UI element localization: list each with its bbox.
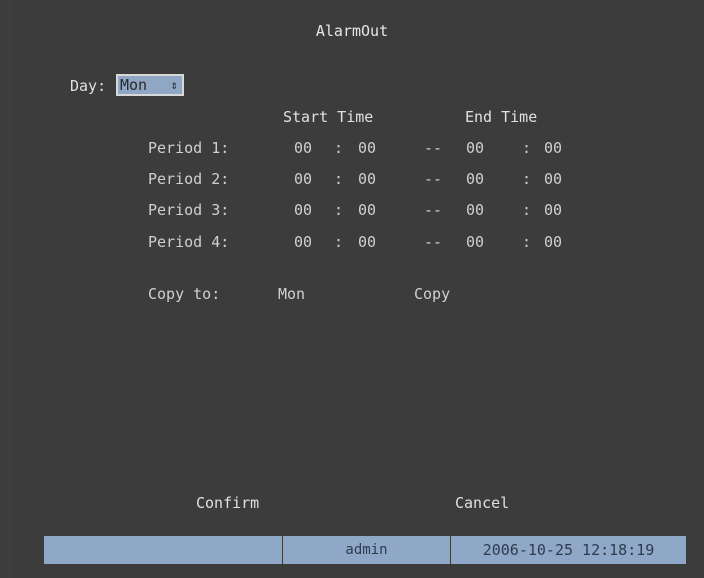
- status-bar: admin 2006-10-25 12:18:19: [44, 536, 686, 564]
- copy-to-day-select[interactable]: Mon: [278, 285, 305, 303]
- status-user: admin: [283, 536, 451, 564]
- confirm-button[interactable]: Confirm: [196, 494, 259, 512]
- time-colon: :: [522, 233, 532, 251]
- day-label: Day:: [70, 77, 107, 95]
- time-colon: :: [522, 201, 532, 219]
- period-3-end-minute[interactable]: 00: [544, 201, 562, 219]
- period-2-start-minute[interactable]: 00: [358, 170, 376, 188]
- time-dash: --: [424, 170, 443, 188]
- period-4-start-hour[interactable]: 00: [294, 233, 312, 251]
- copy-to-label: Copy to:: [148, 285, 221, 303]
- period-2-end-hour[interactable]: 00: [466, 170, 484, 188]
- period-4-end-hour[interactable]: 00: [466, 233, 484, 251]
- period-4-start-minute[interactable]: 00: [358, 233, 376, 251]
- time-colon: :: [334, 233, 344, 251]
- time-colon: :: [334, 170, 344, 188]
- cancel-button[interactable]: Cancel: [455, 494, 509, 512]
- status-bar-empty-segment: [44, 536, 283, 564]
- period-3-start-hour[interactable]: 00: [294, 201, 312, 219]
- period-2-label: Period 2:: [148, 170, 230, 188]
- time-dash: --: [424, 139, 443, 157]
- copy-button[interactable]: Copy: [414, 285, 450, 303]
- period-3-end-hour[interactable]: 00: [466, 201, 484, 219]
- period-4-end-minute[interactable]: 00: [544, 233, 562, 251]
- period-1-label: Period 1:: [148, 139, 230, 157]
- start-time-header: Start Time: [283, 108, 374, 126]
- time-colon: :: [522, 170, 532, 188]
- period-1-end-hour[interactable]: 00: [466, 139, 484, 157]
- period-1-start-minute[interactable]: 00: [358, 139, 376, 157]
- day-select-value: Mon: [120, 76, 148, 94]
- page-title: AlarmOut: [315, 22, 389, 40]
- up-down-arrows-icon: ⇕: [170, 78, 178, 92]
- time-dash: --: [424, 233, 443, 251]
- period-3-label: Period 3:: [148, 201, 230, 219]
- status-datetime: 2006-10-25 12:18:19: [482, 541, 655, 559]
- period-2-end-minute[interactable]: 00: [544, 170, 562, 188]
- period-1-end-minute[interactable]: 00: [544, 139, 562, 157]
- period-4-label: Period 4:: [148, 233, 230, 251]
- time-colon: :: [522, 139, 532, 157]
- time-dash: --: [424, 201, 443, 219]
- end-time-header: End Time: [465, 108, 538, 126]
- period-2-start-hour[interactable]: 00: [294, 170, 312, 188]
- time-colon: :: [334, 201, 344, 219]
- period-1-start-hour[interactable]: 00: [294, 139, 312, 157]
- period-3-start-minute[interactable]: 00: [358, 201, 376, 219]
- time-colon: :: [334, 139, 344, 157]
- day-select[interactable]: Mon ⇕: [116, 74, 184, 96]
